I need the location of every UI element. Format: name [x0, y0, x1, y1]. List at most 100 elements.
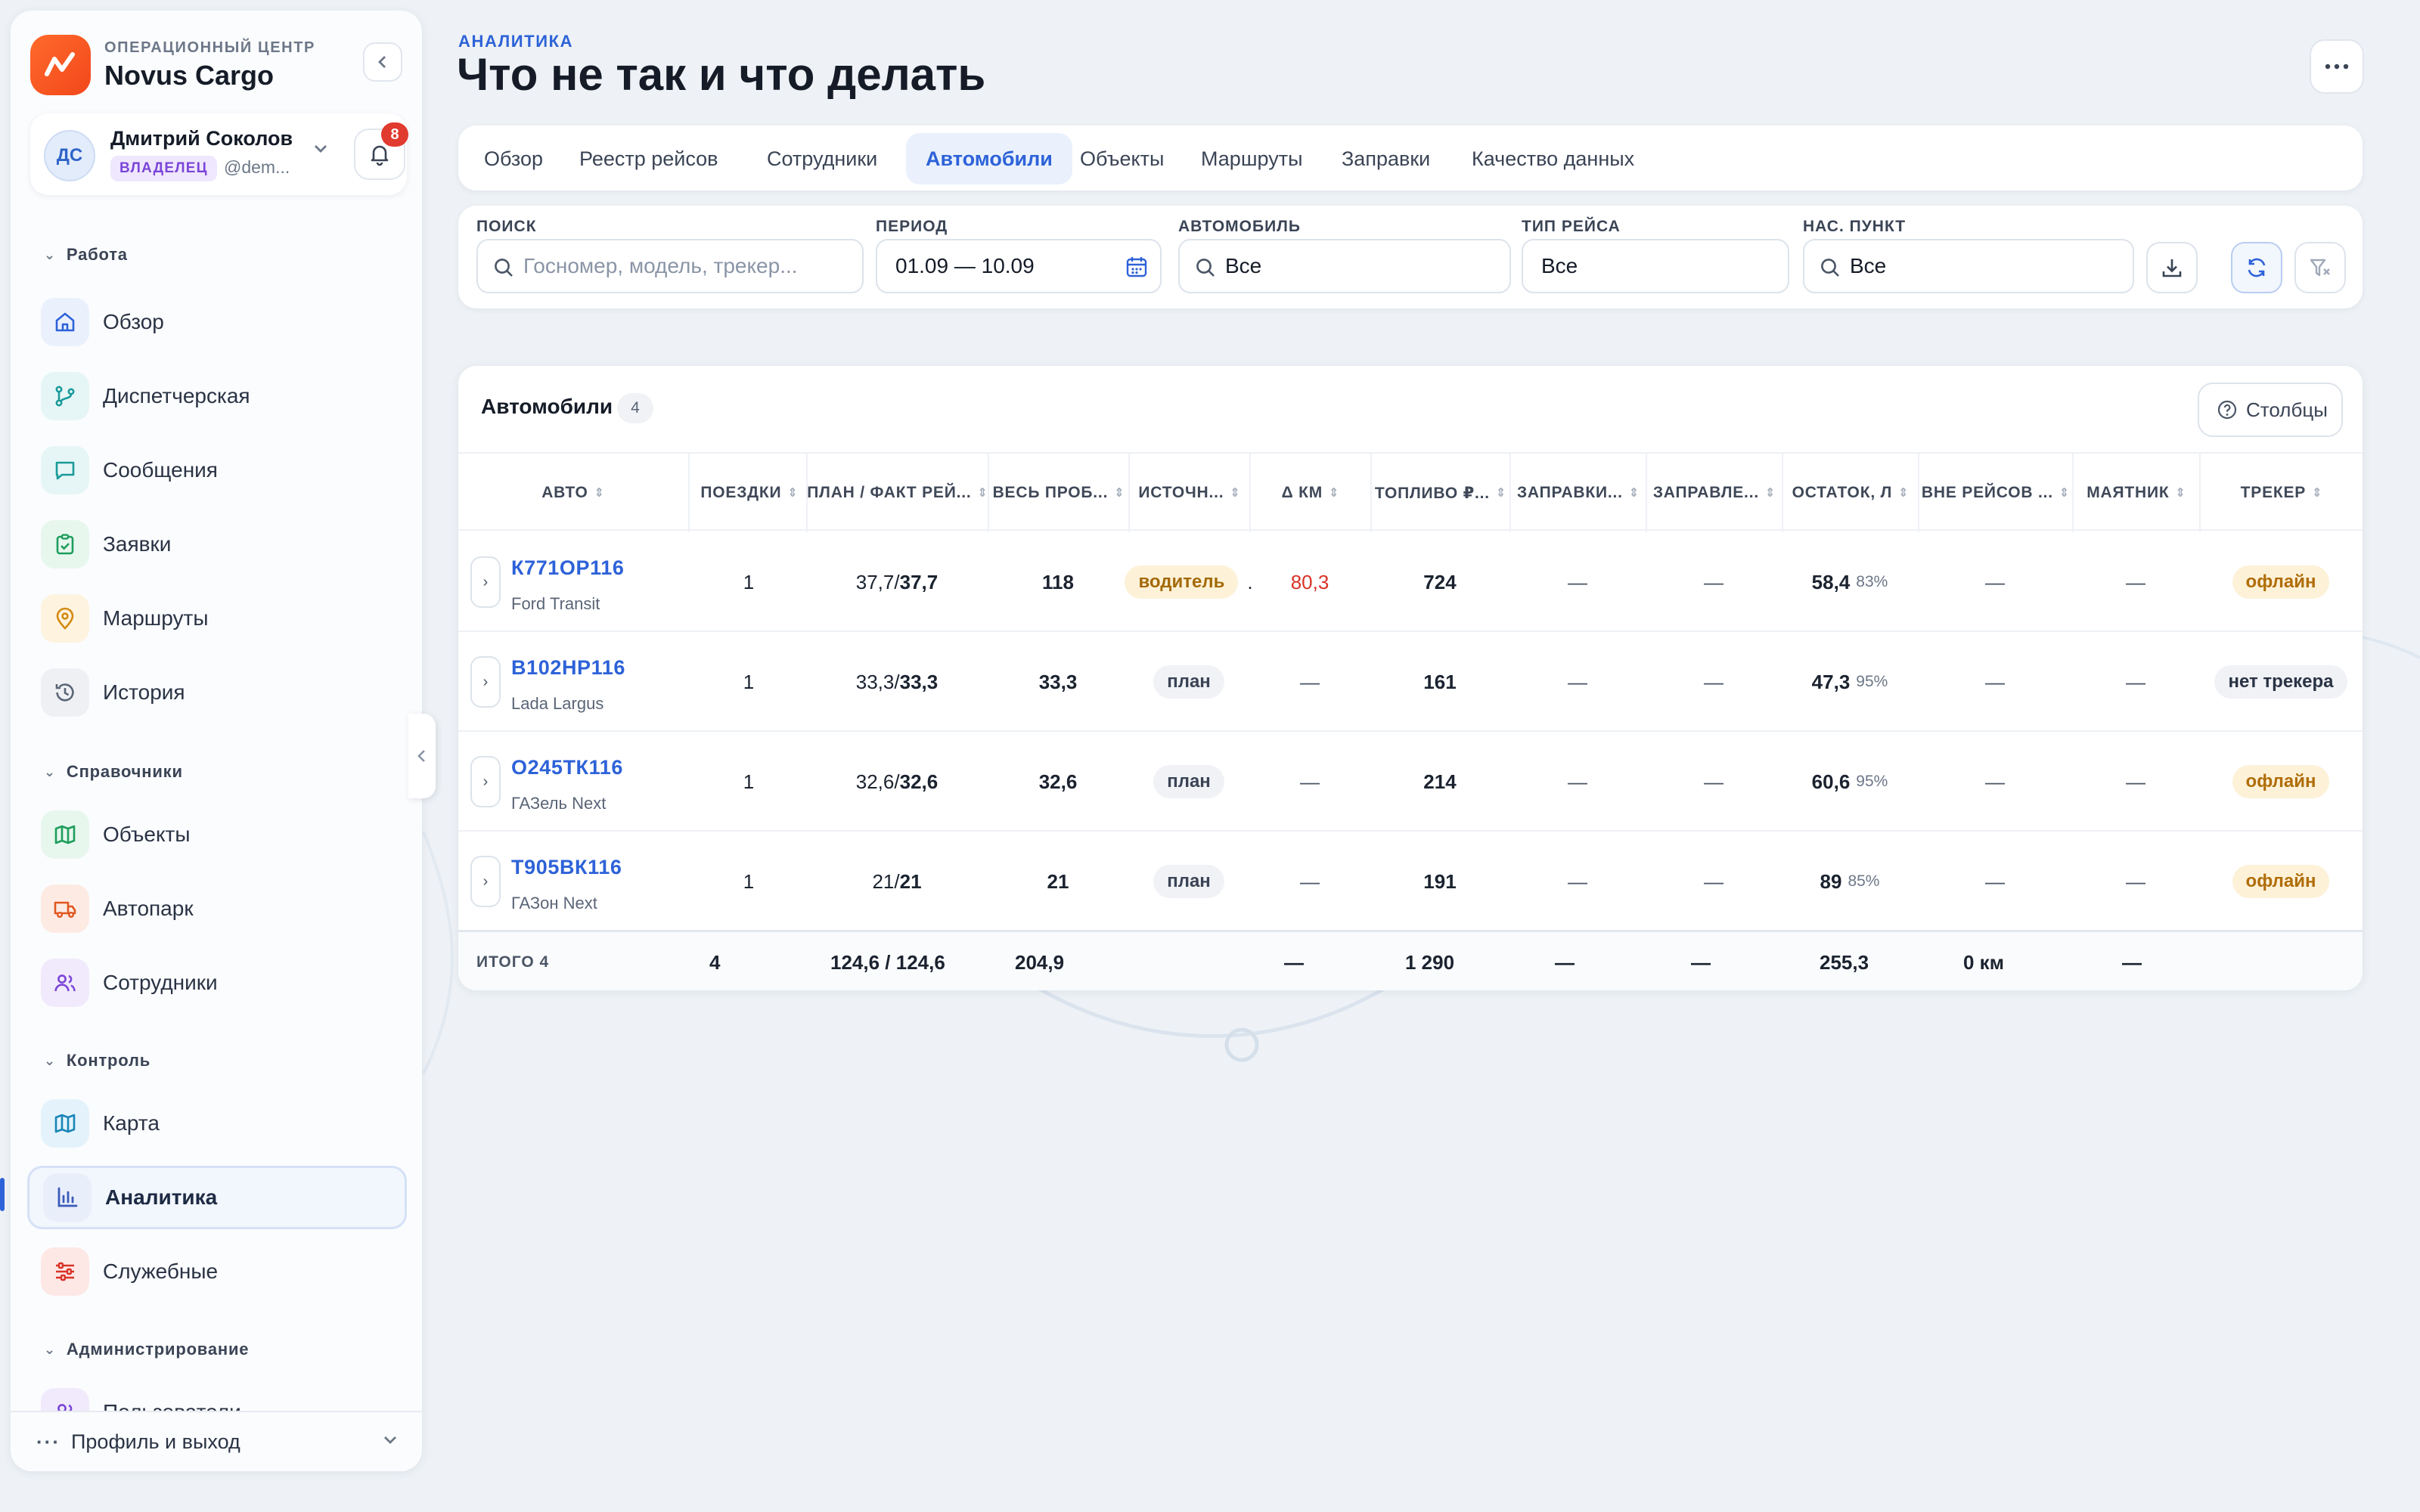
tab-data-quality[interactable]: Качество данных [1452, 133, 1654, 184]
export-button[interactable] [2146, 242, 2198, 293]
sidebar-item-label: Служебные [103, 1259, 219, 1283]
collapse-sidebar-button[interactable] [363, 42, 402, 82]
column-header-trips[interactable]: ПОЕЗДКИ ⇕ [688, 454, 809, 532]
cell-text: — [1704, 869, 1723, 893]
download-icon [2162, 259, 2182, 277]
sidebar-resize-handle[interactable] [408, 714, 436, 798]
table-row[interactable]: › В102НР116 Lada Largus 1 33,3 / 33,3 33,3 пла… [458, 632, 2363, 732]
brand[interactable]: ОПЕРАЦИОННЫЙ ЦЕНТР Novus Cargo [30, 35, 315, 95]
vehicle-select[interactable]: Все [1178, 239, 1511, 293]
expand-row-button[interactable]: › [470, 556, 501, 608]
period-picker[interactable]: 01.09 — 10.09 [876, 239, 1162, 293]
sort-icon[interactable]: ⇕ [594, 485, 605, 500]
sort-icon[interactable]: ⇕ [1765, 485, 1776, 500]
tab-objects[interactable]: Объекты [1060, 133, 1184, 184]
sidebar-item-dispatch[interactable]: Диспетчерская [27, 364, 407, 428]
reset-filters-button[interactable] [2294, 242, 2346, 293]
cell-text: — [1300, 670, 1320, 693]
column-header-tracker[interactable]: ТРЕКЕР ⇕ [2199, 454, 2363, 532]
sort-icon[interactable]: ⇕ [978, 485, 988, 500]
tab-vehicles[interactable]: Автомобили [906, 133, 1072, 184]
search-input[interactable]: Госномер, модель, трекер... [476, 239, 864, 293]
table-row[interactable]: › К771ОР116 Ford Transit 1 37,7 / 37,7 118 вод… [458, 532, 2363, 632]
profile-and-logout[interactable]: ··· Профиль и выход [11, 1411, 422, 1471]
sidebar-item-messages[interactable]: Сообщения [27, 438, 407, 502]
section-work[interactable]: ⌄ Работа [44, 245, 128, 265]
column-header-auto[interactable]: АВТО ⇕ [458, 454, 688, 532]
refresh-button[interactable] [2231, 242, 2282, 293]
sort-icon[interactable]: ⇕ [1329, 485, 1339, 500]
source-badge: водитель [1125, 565, 1239, 599]
expand-row-button[interactable]: › [470, 756, 501, 807]
section-title: Контроль [66, 1051, 151, 1070]
sidebar-item-label: Сообщения [103, 458, 218, 482]
column-header-refuels[interactable]: ЗАПРАВКИ... ⇕ [1509, 454, 1646, 532]
column-header-off-trip[interactable]: ВНЕ РЕЙСОВ ... ⇕ [1918, 454, 2072, 532]
source-badge: план [1153, 865, 1224, 898]
cell-text: — [1985, 570, 2005, 593]
tab-trip-registry[interactable]: Реестр рейсов [560, 133, 738, 184]
logo-icon [30, 35, 91, 95]
expand-row-button[interactable]: › [470, 656, 501, 708]
sidebar-item-overview[interactable]: Обзор [27, 290, 407, 354]
column-header-delta-km[interactable]: Δ КМ ⇕ [1249, 454, 1370, 532]
column-header-plan-fact[interactable]: ПЛАН / ФАКТ РЕЙ... ⇕ [806, 454, 988, 532]
table-row[interactable]: › Т905ВК116 ГАЗон Next 1 21 / 21 21 план —191— —… [458, 832, 2363, 931]
column-header-refueled[interactable]: ЗАПРАВЛЕ... ⇕ [1646, 454, 1782, 532]
sort-icon[interactable]: ⇕ [1496, 485, 1506, 500]
section-references[interactable]: ⌄ Справочники [44, 762, 183, 782]
tab-refuels[interactable]: Заправки [1322, 133, 1450, 184]
sidebar-item-map[interactable]: Карта [27, 1092, 407, 1155]
sort-icon[interactable]: ⇕ [787, 485, 798, 500]
vehicle-plate-link[interactable]: К771ОР116 [511, 556, 625, 580]
vehicle-plate-link[interactable]: О245ТК116 [511, 756, 623, 779]
column-header-source[interactable]: ИСТОЧН... ⇕ [1128, 454, 1249, 532]
column-header-rest[interactable]: ОСТАТОК, Л ⇕ [1782, 454, 1918, 532]
tab-overview[interactable]: Обзор [464, 133, 563, 184]
expand-row-button[interactable]: › [470, 856, 501, 907]
locality-select[interactable]: Все [1803, 239, 2134, 293]
source-badge: план [1153, 665, 1224, 699]
sidebar-item-routes[interactable]: Маршруты [27, 587, 407, 650]
trip-type-select[interactable]: Все [1522, 239, 1789, 293]
section-control[interactable]: ⌄ Контроль [44, 1051, 150, 1070]
sort-icon[interactable]: ⇕ [1230, 485, 1240, 500]
vehicle-plate-link[interactable]: Т905ВК116 [511, 856, 622, 879]
cell-refuels: — [1509, 832, 1646, 931]
column-header-mileage[interactable]: ВЕСЬ ПРОБ... ⇕ [988, 454, 1128, 532]
columns-button[interactable]: Столбцы [2198, 383, 2343, 437]
sort-icon[interactable]: ⇕ [2312, 485, 2322, 500]
tab-employees[interactable]: Сотрудники [747, 133, 897, 184]
sort-icon[interactable]: ⇕ [1114, 485, 1125, 500]
table-row[interactable]: › О245ТК116 ГАЗель Next 1 32,6 / 32,6 32,6 пла… [458, 732, 2363, 832]
more-options-button[interactable] [2310, 39, 2364, 94]
vehicles-table-card: Автомобили 4 Столбцы АВТО ⇕ ПОЕЗДКИ ⇕ ПЛАН /… [458, 366, 2363, 990]
sidebar-item-employees[interactable]: Сотрудники [27, 951, 407, 1015]
sidebar-item-objects[interactable]: Объекты [27, 803, 407, 866]
locality-label: НАС. ПУНКТ [1803, 218, 1907, 235]
sidebar-item-label: Диспетчерская [103, 384, 250, 407]
column-header-pendulum[interactable]: МАЯТНИК ⇕ [2072, 454, 2199, 532]
footer-fuel: 1 290 [1405, 950, 1455, 974]
separator: / [894, 770, 900, 793]
search-label: ПОИСК [476, 218, 537, 235]
vehicle-plate-link[interactable]: В102НР116 [511, 656, 625, 680]
sidebar-item-label: Обзор [103, 310, 164, 333]
section-admin[interactable]: ⌄ Администрирование [44, 1340, 249, 1359]
sidebar-item-fleet[interactable]: Автопарк [27, 877, 407, 940]
chevron-down-icon[interactable] [313, 141, 328, 160]
sort-icon[interactable]: ⇕ [2176, 485, 2186, 500]
tab-routes[interactable]: Маршруты [1181, 133, 1322, 184]
sidebar-item-requests[interactable]: Заявки [27, 513, 407, 576]
sidebar-item-service[interactable]: Служебные [27, 1240, 407, 1303]
sort-icon[interactable]: ⇕ [1898, 485, 1909, 500]
sidebar-item-history[interactable]: История [27, 661, 407, 724]
user-card[interactable]: ДС Дмитрий Соколов ВЛАДЕЛЕЦ @dem... 8 [30, 113, 408, 195]
sort-icon[interactable]: ⇕ [1629, 485, 1640, 500]
sort-icon[interactable]: ⇕ [2059, 485, 2070, 500]
cell-trips: 1 [688, 532, 809, 632]
tabs-bar: Обзор Реестр рейсов Сотрудники Автомобил… [458, 125, 2363, 191]
sidebar-item-analytics[interactable]: Аналитика [27, 1166, 407, 1229]
tracker-status-badge: офлайн [2232, 565, 2330, 599]
column-header-fuel[interactable]: ТОПЛИВО ₽... ⇕ [1370, 454, 1509, 532]
